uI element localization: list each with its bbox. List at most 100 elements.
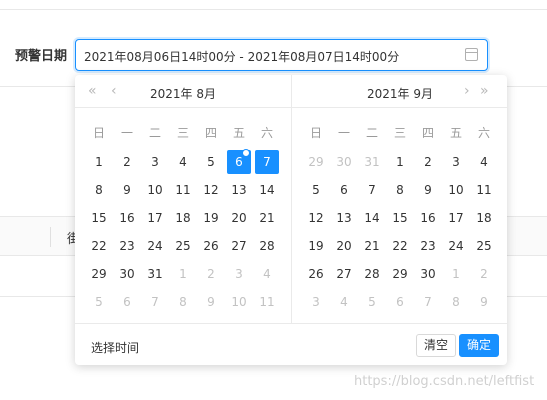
day-cell[interactable]: 3 — [302, 288, 330, 316]
day-cell[interactable]: 5 — [197, 148, 225, 176]
day-cell[interactable]: 30 — [113, 260, 141, 288]
day-cell[interactable]: 21 — [358, 232, 386, 260]
day-cell[interactable]: 1 — [85, 148, 113, 176]
clear-button[interactable]: 清空 — [416, 334, 457, 357]
day-cell[interactable]: 16 — [414, 204, 442, 232]
day-cell-selected[interactable]: 7 — [253, 148, 281, 176]
day-cell[interactable]: 26 — [197, 232, 225, 260]
day-cell[interactable]: 17 — [141, 204, 169, 232]
day-cell[interactable]: 20 — [225, 204, 253, 232]
day-cell[interactable]: 23 — [414, 232, 442, 260]
day-cell[interactable]: 4 — [470, 148, 498, 176]
calendar-title: 2021年 8月 — [150, 87, 216, 101]
day-cell[interactable]: 24 — [141, 232, 169, 260]
weekday-label: 六 — [477, 126, 490, 140]
day-cell[interactable]: 19 — [302, 232, 330, 260]
day-cell[interactable]: 19 — [197, 204, 225, 232]
day-cell[interactable]: 1 — [442, 260, 470, 288]
day-cell[interactable]: 14 — [253, 176, 281, 204]
day-cell[interactable]: 15 — [85, 204, 113, 232]
day-cell[interactable]: 11 — [169, 176, 197, 204]
day-cell[interactable]: 6 — [330, 176, 358, 204]
day-cell[interactable]: 30 — [414, 260, 442, 288]
right-icon[interactable]: › — [464, 83, 470, 99]
select-time-link[interactable]: 选择时间 — [91, 339, 139, 356]
day-cell[interactable]: 29 — [386, 260, 414, 288]
day-cell[interactable]: 8 — [169, 288, 197, 316]
day-number: 22 — [392, 239, 408, 253]
day-cell[interactable]: 13 — [330, 204, 358, 232]
date-range-input[interactable]: 2021年08月06日14时00分 - 2021年08月07日14时00分 — [75, 39, 488, 71]
day-cell[interactable]: 4 — [253, 260, 281, 288]
confirm-button[interactable]: 确定 — [459, 334, 500, 357]
day-cell[interactable]: 10 — [225, 288, 253, 316]
day-cell[interactable]: 4 — [169, 148, 197, 176]
day-cell[interactable]: 2 — [414, 148, 442, 176]
day-cell[interactable]: 5 — [358, 288, 386, 316]
day-cell[interactable]: 9 — [414, 176, 442, 204]
day-cell[interactable]: 12 — [302, 204, 330, 232]
day-cell[interactable]: 5 — [302, 176, 330, 204]
day-cell[interactable]: 27 — [225, 232, 253, 260]
day-cell[interactable]: 7 — [141, 288, 169, 316]
day-number: 7 — [255, 150, 279, 174]
day-cell[interactable]: 21 — [253, 204, 281, 232]
day-number: 2 — [207, 267, 215, 281]
calendar-icon[interactable] — [465, 48, 478, 61]
day-cell[interactable]: 6 — [386, 288, 414, 316]
day-cell[interactable]: 2 — [197, 260, 225, 288]
day-cell[interactable]: 11 — [470, 176, 498, 204]
day-cell[interactable]: 11 — [253, 288, 281, 316]
day-cell[interactable]: 3 — [225, 260, 253, 288]
day-cell[interactable]: 8 — [85, 176, 113, 204]
day-cell[interactable]: 8 — [442, 288, 470, 316]
day-number: 19 — [203, 211, 219, 225]
day-cell[interactable]: 3 — [442, 148, 470, 176]
day-cell[interactable]: 20 — [330, 232, 358, 260]
day-cell[interactable]: 16 — [113, 204, 141, 232]
double-right-icon[interactable]: » — [480, 83, 489, 99]
day-cell[interactable]: 26 — [302, 260, 330, 288]
day-cell[interactable]: 7 — [414, 288, 442, 316]
day-cell[interactable]: 28 — [358, 260, 386, 288]
day-cell[interactable]: 13 — [225, 176, 253, 204]
day-cell[interactable]: 5 — [85, 288, 113, 316]
day-cell[interactable]: 29 — [302, 148, 330, 176]
day-cell[interactable]: 25 — [470, 232, 498, 260]
day-cell[interactable]: 22 — [85, 232, 113, 260]
day-cell[interactable]: 10 — [141, 176, 169, 204]
day-cell[interactable]: 3 — [141, 148, 169, 176]
day-cell[interactable]: 25 — [169, 232, 197, 260]
day-cell[interactable]: 2 — [113, 148, 141, 176]
day-cell[interactable]: 23 — [113, 232, 141, 260]
day-cell[interactable]: 27 — [330, 260, 358, 288]
day-cell[interactable]: 1 — [386, 148, 414, 176]
day-cell[interactable]: 9 — [197, 288, 225, 316]
day-cell[interactable]: 29 — [85, 260, 113, 288]
day-number: 15 — [91, 211, 107, 225]
day-number: 11 — [259, 295, 275, 309]
day-cell[interactable]: 22 — [386, 232, 414, 260]
day-cell[interactable]: 17 — [442, 204, 470, 232]
day-cell[interactable]: 9 — [470, 288, 498, 316]
day-cell[interactable]: 4 — [330, 288, 358, 316]
day-cell[interactable]: 14 — [358, 204, 386, 232]
day-cell[interactable]: 31 — [358, 148, 386, 176]
day-cell[interactable]: 28 — [253, 232, 281, 260]
day-cell[interactable]: 2 — [470, 260, 498, 288]
day-cell[interactable]: 30 — [330, 148, 358, 176]
day-cell[interactable]: 24 — [442, 232, 470, 260]
day-cell[interactable]: 8 — [386, 176, 414, 204]
day-cell[interactable]: 6 — [113, 288, 141, 316]
day-cell[interactable]: 9 — [113, 176, 141, 204]
day-cell[interactable]: 7 — [358, 176, 386, 204]
day-cell[interactable]: 18 — [169, 204, 197, 232]
day-cell[interactable]: 10 — [442, 176, 470, 204]
day-cell[interactable]: 18 — [470, 204, 498, 232]
day-cell[interactable]: 15 — [386, 204, 414, 232]
day-cell[interactable]: 31 — [141, 260, 169, 288]
day-cell[interactable]: 1 — [169, 260, 197, 288]
day-number: 4 — [263, 267, 271, 281]
day-cell-selected[interactable]: 6 — [225, 148, 253, 176]
day-cell[interactable]: 12 — [197, 176, 225, 204]
